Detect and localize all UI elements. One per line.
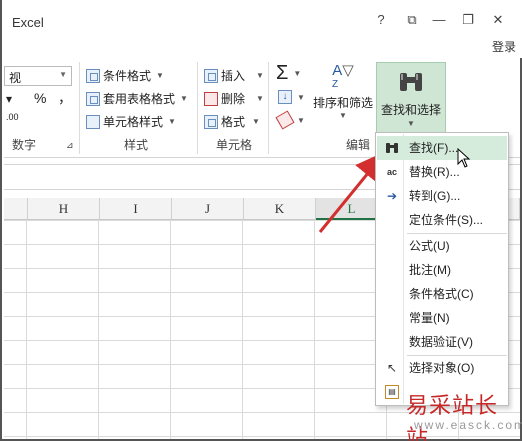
insert-cells-button[interactable]: 插入 ▼: [204, 67, 264, 84]
menu-item-label: 条件格式(C): [409, 287, 474, 301]
cell-styles-label: 单元格样式: [103, 115, 164, 129]
clear-button[interactable]: ▼: [275, 110, 305, 130]
restore-button[interactable]: ❐: [458, 12, 478, 32]
format-as-table-label: 套用表格格式: [103, 92, 176, 106]
selection-pane-icon: ▤: [385, 385, 399, 399]
menu-item-replace[interactable]: ac 替换(R)...: [377, 160, 507, 184]
sort-z-icon: Z: [331, 79, 339, 90]
insert-label: 插入: [221, 69, 246, 83]
column-header-i[interactable]: I: [100, 198, 172, 220]
conditional-format-label: 条件格式: [103, 69, 152, 83]
replace-icon: ac: [386, 167, 397, 177]
chevron-down-icon: ▼: [168, 117, 176, 126]
menu-item-find[interactable]: 查找(F)...: [377, 136, 507, 160]
menu-item-label: 替换(R)...: [409, 165, 460, 179]
sort-filter-button[interactable]: A▽ Z 排序和筛选 ▼: [310, 62, 376, 120]
chevron-down-icon: ▼: [339, 111, 347, 120]
decrease-decimal-button[interactable]: .00: [6, 112, 19, 122]
cell-styles-icon: [86, 114, 100, 129]
format-as-table-button[interactable]: 套用表格格式 ▼: [86, 90, 188, 107]
menu-item-label: 定位条件(S)...: [409, 213, 483, 227]
chevron-down-icon: ▼: [59, 70, 67, 79]
delete-icon: [204, 91, 218, 106]
menu-item-select-objects[interactable]: ↖ 选择对象(O): [377, 356, 507, 380]
column-header-h[interactable]: H: [28, 198, 100, 220]
cell-styles-button[interactable]: 单元格样式 ▼: [86, 113, 176, 130]
number-format-dropdown[interactable]: 视 ▼: [4, 66, 72, 86]
format-cells-button[interactable]: 格式 ▼: [204, 113, 260, 130]
cells-group-label: 单元格: [216, 138, 253, 152]
group-divider: [79, 62, 80, 154]
menu-item-label: 转到(G)...: [409, 189, 461, 203]
menu-item-label: 选择对象(O): [409, 361, 475, 375]
group-divider: [197, 62, 198, 154]
chevron-down-icon: ▼: [256, 71, 264, 80]
editing-group-label: 编辑: [346, 138, 371, 152]
column-header-partial[interactable]: [4, 198, 28, 220]
find-select-label: 查找和选择: [380, 103, 441, 117]
dialog-launcher-icon[interactable]: ⊿: [66, 140, 74, 151]
chevron-down-icon: ▼: [252, 117, 260, 126]
binoculars-icon: [400, 73, 422, 91]
binoculars-icon: [386, 143, 398, 153]
cursor-icon: ↖: [386, 361, 398, 375]
sort-filter-label: 排序和筛选: [312, 96, 373, 110]
login-link[interactable]: 登录: [492, 38, 516, 55]
help-button[interactable]: ?: [371, 12, 391, 32]
column-header-k[interactable]: K: [244, 198, 316, 220]
close-button[interactable]: ✕: [488, 12, 508, 32]
fill-down-icon: ↓: [278, 90, 292, 104]
conditional-format-button[interactable]: 条件格式 ▼: [86, 67, 164, 84]
number-format-value: 视: [9, 71, 22, 85]
menu-item-label: 批注(M): [409, 263, 451, 277]
excel-window: Excel ? ⧉ — ❐ ✕ 登录 视 ▼ ▾ % ， .00 数字 ⊿ 条件…: [0, 0, 522, 441]
table-format-icon: [86, 91, 100, 106]
find-select-menu: 查找(F)... ac 替换(R)... ➔ 转到(G)... 定位条件(S).…: [375, 132, 509, 406]
app-title: Excel: [12, 15, 44, 30]
format-icon: [204, 114, 218, 129]
menu-item-conditional-formatting[interactable]: 条件格式(C): [377, 282, 507, 306]
chevron-down-icon: ▼: [297, 115, 305, 125]
arrow-right-icon: ➔: [386, 189, 398, 203]
number-group-label: 数字: [12, 138, 37, 152]
menu-item-label: 公式(U): [409, 239, 450, 253]
percent-style-button[interactable]: %: [34, 90, 46, 106]
conditional-format-icon: [86, 68, 100, 83]
ribbon-display-options-button[interactable]: ⧉: [402, 12, 422, 32]
menu-item-comments[interactable]: 批注(M): [377, 258, 507, 282]
styles-group-label: 样式: [124, 138, 149, 152]
minimize-button[interactable]: —: [429, 12, 449, 32]
menu-item-label: 常量(N): [409, 311, 450, 325]
column-header-j[interactable]: J: [172, 198, 244, 220]
chevron-down-icon: ▼: [293, 69, 302, 78]
comma-style-button[interactable]: ，: [58, 88, 72, 108]
menu-item-goto-special[interactable]: 定位条件(S)...: [377, 208, 507, 232]
chevron-down-icon: ▼: [407, 119, 415, 128]
group-divider: [268, 62, 269, 154]
chevron-down-icon: ▼: [256, 94, 264, 103]
chevron-down-icon: ▼: [297, 92, 305, 102]
chevron-down-icon: ▼: [180, 94, 188, 103]
accounting-format-button[interactable]: ▾: [6, 92, 12, 106]
menu-item-constants[interactable]: 常量(N): [377, 306, 507, 330]
menu-item-goto[interactable]: ➔ 转到(G)...: [377, 184, 507, 208]
sort-filter-icon: A▽: [332, 62, 354, 79]
chevron-down-icon: ▼: [156, 71, 164, 80]
watermark-url: www.easck.com: [414, 418, 522, 432]
menu-item-label: 查找(F)...: [409, 141, 459, 155]
delete-cells-button[interactable]: 删除 ▼: [204, 90, 264, 107]
eraser-icon: [275, 110, 295, 130]
title-bar: Excel ? ⧉ — ❐ ✕ 登录: [2, 0, 522, 58]
menu-item-label: 数据验证(V): [409, 335, 473, 349]
format-label: 格式: [221, 115, 246, 129]
insert-icon: [204, 68, 218, 83]
menu-item-formulas[interactable]: 公式(U): [377, 234, 507, 258]
menu-item-data-validation[interactable]: 数据验证(V): [377, 330, 507, 354]
delete-label: 删除: [221, 92, 246, 106]
fill-button[interactable]: ↓ ▼: [278, 90, 305, 104]
watermark-text: 易采站长站: [406, 394, 499, 441]
mouse-cursor-icon: [457, 148, 471, 168]
sum-icon: Σ: [276, 62, 289, 84]
find-select-button[interactable]: 查找和选择 ▼: [376, 62, 446, 134]
